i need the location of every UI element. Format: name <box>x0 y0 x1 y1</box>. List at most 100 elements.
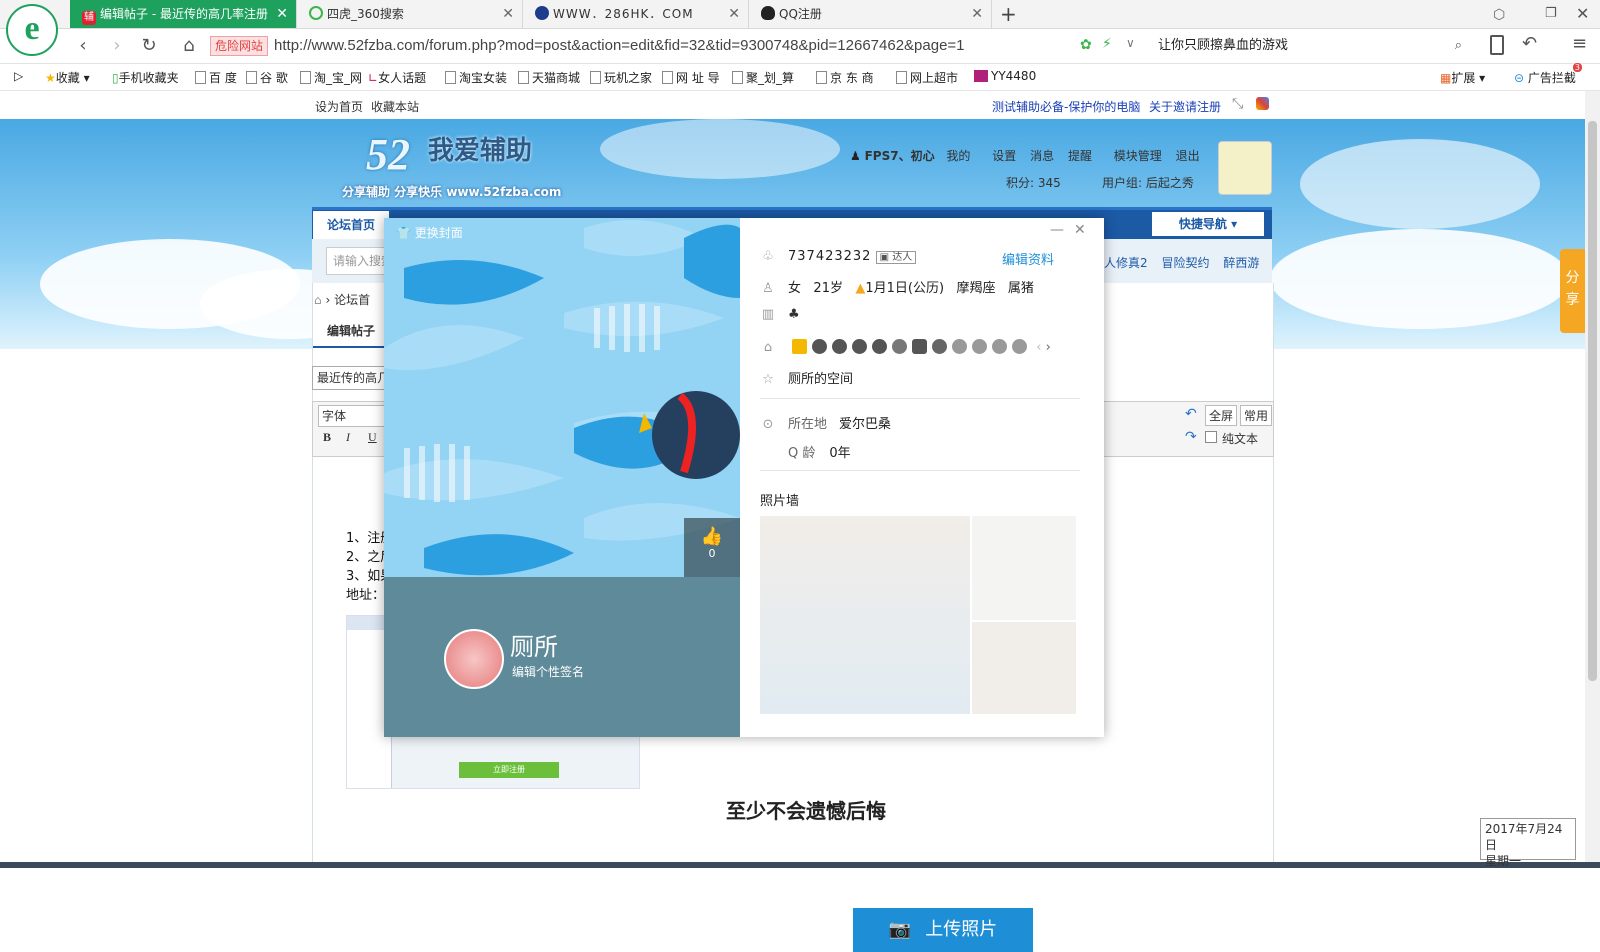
bookmark-tmall[interactable]: 天猫商城 <box>518 69 580 86</box>
bookmark-site-link[interactable]: 收藏本站 <box>371 98 419 115</box>
points-text[interactable]: 积分: 345 <box>1006 174 1061 191</box>
tab-286hk[interactable]: WWW．286HK．COM ✕ <box>523 0 749 28</box>
bookmark-women-topic[interactable]: ∟女人话题 <box>368 69 426 86</box>
profile-avatar[interactable] <box>444 629 504 689</box>
tab-edit-post[interactable]: 辅编辑帖子 - 最近传的高几率注册 ✕ <box>70 0 297 28</box>
lightning-icon[interactable]: ⚡ <box>1102 36 1112 52</box>
invite-register-link[interactable]: 关于邀请注册 <box>1149 98 1221 115</box>
undo-icon[interactable]: ↶ <box>1185 406 1197 422</box>
close-icon[interactable]: ✕ <box>971 0 983 28</box>
breadcrumb-item[interactable]: 论坛首 <box>334 293 370 307</box>
dropdown-icon[interactable]: ∨ <box>1126 36 1135 50</box>
close-icon[interactable]: ✕ <box>1074 222 1086 238</box>
phone-badge-icon[interactable] <box>912 339 928 354</box>
set-homepage-link[interactable]: 设为首页 <box>315 98 363 115</box>
extensions-button[interactable]: ▦扩展 ▾ <box>1440 69 1485 86</box>
bookmark-wanji[interactable]: 玩机之家 <box>590 69 652 86</box>
avatar[interactable] <box>1218 141 1272 195</box>
browser-logo[interactable]: e <box>6 4 58 56</box>
logout-link[interactable]: 退出 <box>1176 149 1200 163</box>
site-logo[interactable]: 52 我爱辅助 <box>366 129 532 180</box>
url-field[interactable]: 危险网站 http://www.52fzba.com/forum.php?mod=… <box>210 33 1120 59</box>
share-side-button[interactable]: 分享 <box>1560 249 1585 333</box>
side-link[interactable]: 冒险契约 <box>1161 256 1209 270</box>
my-link[interactable]: 我的 <box>946 149 970 163</box>
back-icon[interactable]: ‹ <box>72 35 94 57</box>
restore-window-icon[interactable]: ❐ <box>1545 6 1557 21</box>
settings-link[interactable]: 设置 <box>992 149 1016 163</box>
upload-photo-button[interactable]: 📷 上传照片 <box>853 908 1033 952</box>
edit-profile-link[interactable]: 编辑资料 <box>1002 249 1054 268</box>
italic-button[interactable]: I <box>346 430 350 445</box>
tab-360-search[interactable]: 四虎_360搜索 ✕ <box>297 0 523 28</box>
protect-pc-link[interactable]: 测试辅助必备-保护你的电脑 <box>992 98 1140 115</box>
bookmark-google[interactable]: 谷 歌 <box>246 69 288 86</box>
underline-button[interactable]: U <box>368 430 377 445</box>
vertical-scrollbar[interactable] <box>1585 91 1600 868</box>
scrollbar-thumb[interactable] <box>1588 121 1597 681</box>
tab-qq-register[interactable]: QQ注册 ✕ <box>749 0 992 28</box>
side-link[interactable]: 醉西游 <box>1223 256 1259 270</box>
heart-badge-icon[interactable] <box>812 339 828 354</box>
bookmark-taobao[interactable]: 淘_宝_网 <box>300 69 362 86</box>
adblock-button[interactable]: ⊝ 广告拦截 3 <box>1514 63 1582 86</box>
user-group-text[interactable]: 用户组: 后起之秀 <box>1102 174 1194 191</box>
search-box[interactable]: 让你只顾擦鼻血的游戏 ⌕ <box>1150 33 1468 59</box>
reminders-link[interactable]: 提醒 <box>1068 149 1092 163</box>
close-icon[interactable]: ✕ <box>276 0 288 28</box>
undo-icon[interactable]: ↶ <box>1522 33 1537 54</box>
common-button[interactable]: 常用 <box>1240 405 1273 426</box>
diamond-badge-icon[interactable] <box>892 339 908 354</box>
danger-site-badge[interactable]: 危险网站 <box>210 36 269 56</box>
bookmark-baidu[interactable]: 百 度 <box>195 69 237 86</box>
apps-color-icon[interactable] <box>1256 97 1269 110</box>
module-manage-link[interactable]: 模块管理 <box>1114 149 1162 163</box>
change-cover-button[interactable]: 👕 更换封面 <box>396 224 463 241</box>
close-window-icon[interactable]: ✕ <box>1576 4 1589 23</box>
penguin-badge-icon[interactable] <box>832 339 848 354</box>
bookmark-mobile[interactable]: ▯手机收藏夹 <box>112 69 179 86</box>
side-link[interactable]: 人修真2 <box>1104 256 1148 270</box>
edit-signature-link[interactable]: 编辑个性签名 <box>512 663 584 680</box>
bookmark-supermarket[interactable]: 网上超市 <box>896 69 958 86</box>
username-link[interactable]: FPS7、初心 <box>865 149 935 163</box>
bookmark-navigation[interactable]: 网 址 导 <box>662 69 720 86</box>
quick-nav-button[interactable]: 快捷导航 ▾ <box>1152 212 1264 236</box>
messages-link[interactable]: 消息 <box>1030 149 1054 163</box>
like-button[interactable]: 👍 0 <box>684 518 740 577</box>
diamond-badge-icon[interactable] <box>972 339 988 354</box>
bookmark-taobao-women[interactable]: 淘宝女装 <box>445 69 507 86</box>
redo-icon[interactable]: ↷ <box>1185 429 1197 445</box>
diamond-badge-icon[interactable] <box>1012 339 1028 354</box>
security-shield-icon[interactable]: ✿ <box>1080 37 1092 53</box>
skin-icon[interactable]: ⬡ <box>1493 7 1505 23</box>
bold-button[interactable]: B <box>323 430 331 445</box>
refresh-icon[interactable]: ↻ <box>138 35 160 57</box>
shield-badge-icon[interactable] <box>852 339 868 354</box>
fullscreen-icon[interactable]: ⤡ <box>1232 96 1243 112</box>
minimize-icon[interactable]: — <box>1050 222 1064 238</box>
bookmark-favorites[interactable]: ★收藏 ▾ <box>45 69 90 86</box>
forward-icon[interactable]: › <box>106 35 128 57</box>
diamond-badge-icon[interactable] <box>992 339 1008 354</box>
bookmark-juhuasuan[interactable]: 聚_划_算 <box>732 69 794 86</box>
fullscreen-button[interactable]: 全屏 <box>1205 405 1238 426</box>
next-arrow-icon[interactable]: › <box>1046 340 1051 355</box>
home-icon[interactable]: ⌂ <box>314 293 322 307</box>
new-tab-button[interactable]: + <box>1000 2 1017 26</box>
star-badge-icon[interactable] <box>792 339 808 354</box>
home-icon[interactable]: ⌂ <box>178 35 200 57</box>
space-link[interactable]: 厕所的空间 <box>788 372 853 387</box>
penguin-badge-icon[interactable] <box>872 339 888 354</box>
bookmark-jd[interactable]: 京 东 商 <box>816 69 874 86</box>
font-select[interactable]: 字体 <box>318 405 389 427</box>
prev-arrow-icon[interactable]: ‹ <box>1036 340 1041 355</box>
mobile-icon[interactable] <box>1490 35 1504 55</box>
diamond-badge-icon[interactable] <box>952 339 968 354</box>
bookmark-yy4480[interactable]: YY4480 <box>974 69 1036 83</box>
menu-icon[interactable]: ≡ <box>1572 33 1587 54</box>
diamond-badge-icon[interactable] <box>932 339 948 354</box>
search-icon[interactable]: ⌕ <box>1455 33 1462 59</box>
plain-text-checkbox[interactable] <box>1205 431 1217 443</box>
close-icon[interactable]: ✕ <box>502 0 514 28</box>
